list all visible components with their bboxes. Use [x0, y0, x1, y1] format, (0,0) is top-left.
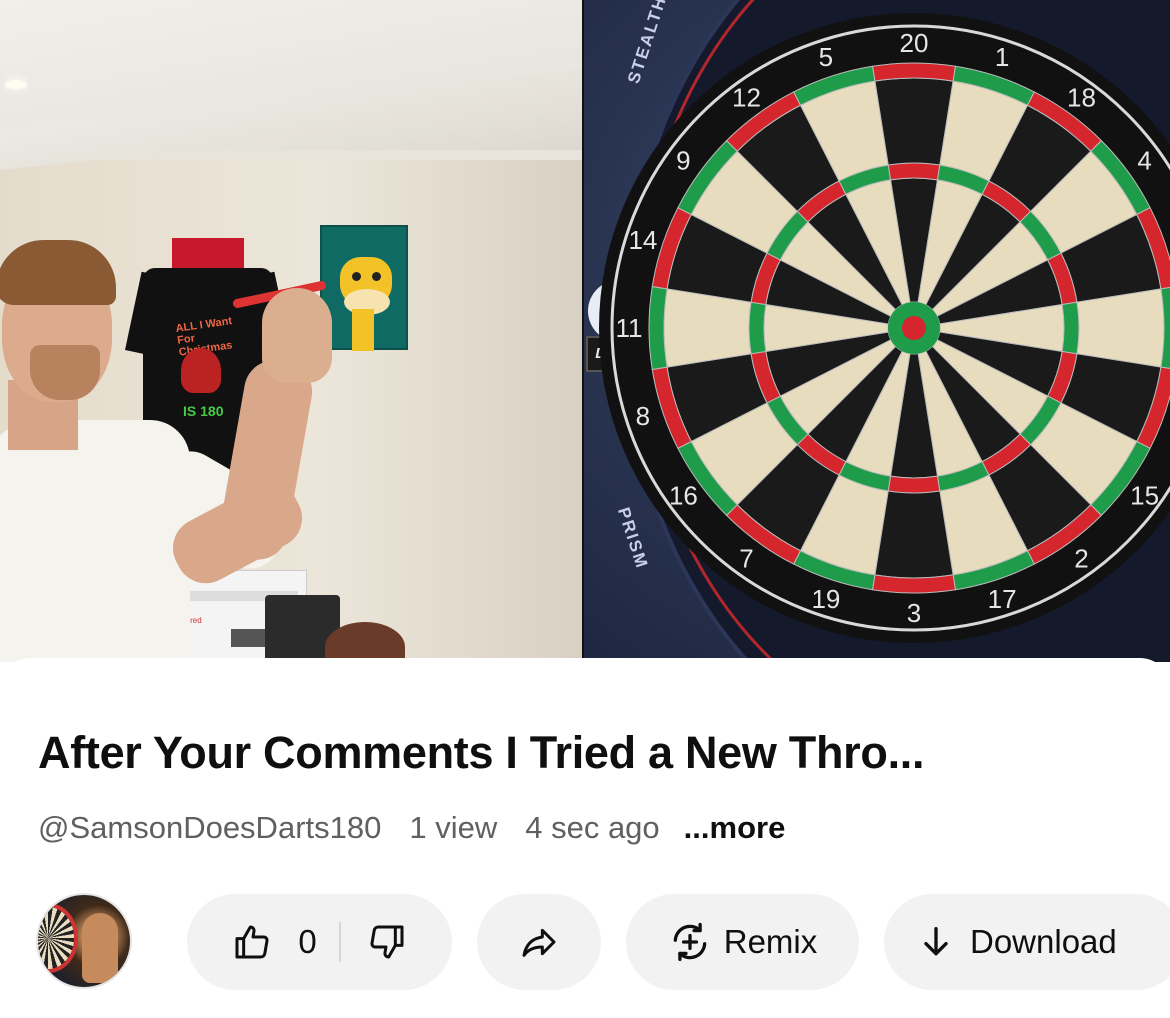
board-number: 9 — [676, 146, 690, 176]
board-number: 8 — [636, 401, 650, 431]
board-number: 14 — [628, 225, 657, 255]
thumbs-up-icon — [232, 922, 272, 962]
board-number: 19 — [811, 584, 840, 614]
board-segment — [871, 62, 957, 82]
board-number: 18 — [1067, 82, 1096, 112]
board-number: 7 — [739, 544, 753, 574]
share-arrow-icon — [519, 922, 559, 962]
board-segment — [748, 301, 767, 355]
board-number: 1 — [995, 42, 1009, 72]
thumbs-down-icon — [367, 922, 407, 962]
like-count: 0 — [298, 923, 317, 960]
person-beard — [30, 345, 100, 400]
board-segment — [887, 475, 941, 494]
board-number: 17 — [988, 584, 1017, 614]
board-number: 5 — [819, 42, 833, 72]
view-count: 1 view — [409, 810, 498, 845]
person-hand — [262, 288, 332, 383]
board-number: 11 — [616, 313, 643, 343]
download-label: Download — [970, 923, 1117, 960]
shirt-santa-graphic — [181, 348, 221, 393]
giraffe-painting — [320, 225, 408, 351]
more-link[interactable]: ...more — [684, 810, 786, 846]
like-dislike-group: 0 — [187, 894, 452, 990]
board-number: 4 — [1137, 146, 1151, 176]
board-number: 12 — [732, 82, 761, 112]
remix-label: Remix — [723, 923, 818, 960]
board-number: 3 — [907, 598, 921, 628]
board-number: 2 — [1074, 544, 1088, 574]
like-button[interactable]: 0 — [232, 922, 338, 962]
ceiling-light — [5, 80, 27, 89]
upload-age: 4 sec ago — [525, 810, 660, 845]
shirt-text-bottom: IS 180 — [183, 403, 224, 419]
remix-button[interactable]: Remix — [626, 894, 859, 990]
channel-avatar[interactable] — [36, 893, 132, 989]
board-number: 15 — [1130, 481, 1159, 511]
video-left-camera: ALL I Want For Christmas IS 180 Procolor… — [0, 0, 582, 662]
board-segment — [1061, 301, 1080, 355]
avatar-figure — [82, 913, 118, 983]
bullseye — [902, 316, 926, 340]
board-segment — [648, 285, 668, 371]
board-segment — [887, 162, 941, 181]
brand-prism: PRISM — [613, 505, 652, 572]
board-segment — [871, 574, 957, 594]
person-torso — [0, 420, 190, 662]
share-button[interactable] — [477, 894, 601, 990]
dislike-button[interactable] — [341, 922, 407, 962]
avatar-dartboard — [38, 903, 78, 973]
board-number: 16 — [669, 481, 698, 511]
video-right-dartboard: STEALTH PRISM DARTS 20118413610152173197… — [584, 0, 1170, 662]
channel-handle[interactable]: @SamsonDoesDarts180 — [38, 810, 381, 846]
download-arrow-icon — [916, 922, 956, 962]
video-player[interactable]: ALL I Want For Christmas IS 180 Procolor… — [0, 0, 1170, 662]
video-meta-row: @SamsonDoesDarts180 1 view 4 sec ago ...… — [38, 808, 813, 848]
remix-icon — [668, 920, 712, 964]
video-title[interactable]: After Your Comments I Tried a New Thro..… — [38, 727, 924, 779]
board-number: 20 — [900, 28, 929, 58]
brand-stealth: STEALTH — [624, 0, 671, 86]
download-button[interactable]: Download — [884, 894, 1170, 990]
